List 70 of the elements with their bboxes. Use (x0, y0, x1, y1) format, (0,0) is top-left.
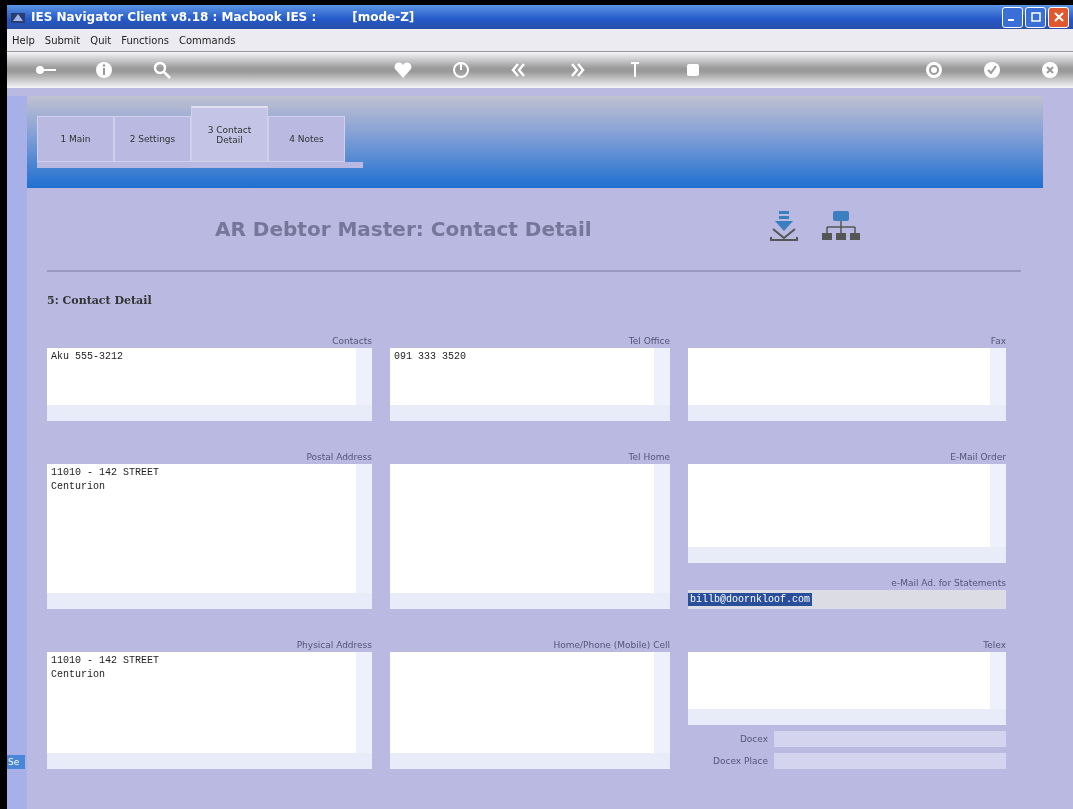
field-label: Tel Office (628, 335, 670, 348)
field-label: Docex Place (712, 756, 768, 766)
hierarchy-icon[interactable] (820, 209, 861, 243)
menu-item[interactable]: Submit (44, 34, 81, 46)
email-field[interactable]: billb@doornkloof.com (688, 590, 1006, 609)
text-area[interactable] (688, 652, 1006, 725)
tab[interactable]: 3 Contact Detail (191, 106, 268, 162)
input-field[interactable] (774, 731, 1006, 747)
field-label: E-Mail Order (950, 451, 1006, 464)
mode-label: [mode-Z] (352, 10, 415, 24)
tab[interactable]: 2 Settings (114, 116, 191, 162)
info-icon[interactable] (93, 59, 115, 81)
power-icon[interactable] (450, 59, 472, 81)
page-heading: AR Debtor Master: Contact Detail (215, 217, 592, 241)
window-title: IES Navigator Client v8.18 : Macbook IES : (31, 10, 317, 24)
vertical-scrollbar[interactable] (654, 464, 670, 593)
text-area[interactable] (390, 652, 670, 769)
field-label: e-Mail Ad. for Statements (891, 577, 1006, 590)
maximize-icon (1030, 12, 1041, 22)
vertical-scrollbar[interactable] (990, 652, 1006, 709)
input-field[interactable] (774, 753, 1006, 769)
text-area[interactable]: 11010 - 142 STREET Centurion (47, 464, 372, 609)
vertical-scrollbar[interactable] (654, 652, 670, 753)
vertical-scrollbar[interactable] (356, 464, 372, 593)
vertical-scrollbar[interactable] (990, 348, 1006, 405)
horizontal-scrollbar[interactable] (688, 709, 1006, 725)
vertical-scrollbar[interactable] (356, 348, 372, 405)
close-icon[interactable] (1039, 59, 1061, 81)
text-area[interactable]: 11010 - 142 STREET Centurion (47, 652, 372, 769)
section-title: 5: Contact Detail (47, 293, 153, 309)
horizontal-scrollbar[interactable] (47, 753, 372, 769)
tab[interactable]: 1 Main (37, 116, 114, 162)
menu-item[interactable]: Commands (178, 34, 236, 46)
horizontal-scrollbar[interactable] (688, 405, 1006, 421)
minimize-icon (1008, 19, 1014, 21)
horizontal-scrollbar[interactable] (47, 405, 372, 421)
field-label: Postal Address (306, 451, 372, 464)
side-tab[interactable]: Se (7, 755, 25, 769)
text-area[interactable] (390, 464, 670, 609)
vertical-scrollbar[interactable] (654, 348, 670, 405)
search-icon[interactable] (151, 59, 173, 81)
text-area[interactable] (688, 464, 1006, 563)
field-label: Fax (990, 335, 1006, 348)
horizontal-scrollbar[interactable] (688, 547, 1006, 563)
menu-item[interactable]: Functions (121, 34, 169, 46)
minimize-button[interactable] (1002, 6, 1023, 28)
field-label: Physical Address (296, 639, 372, 652)
maximize-button[interactable] (1025, 6, 1046, 28)
field-label: Telex (983, 639, 1006, 652)
text-area[interactable]: Aku 555-3212 (47, 348, 372, 421)
horizontal-scrollbar[interactable] (390, 405, 670, 421)
text-area[interactable] (688, 348, 1006, 421)
menu-item[interactable]: Quit (90, 34, 112, 46)
check-icon[interactable] (981, 59, 1003, 81)
field-label: Home/Phone (Mobile) Cell (553, 639, 670, 652)
field-label: Tel Home (628, 451, 670, 464)
app-icon (11, 11, 25, 23)
field-label: Contacts (332, 335, 372, 348)
close-button[interactable] (1048, 6, 1069, 28)
horizontal-scrollbar[interactable] (390, 753, 670, 769)
tab[interactable]: 4 Notes (268, 116, 345, 162)
text-area[interactable]: 091 333 3520 (390, 348, 670, 421)
menu-item[interactable]: Help (12, 34, 35, 46)
download-icon[interactable] (768, 209, 799, 243)
vertical-scrollbar[interactable] (990, 464, 1006, 547)
vertical-scrollbar[interactable] (356, 652, 372, 753)
horizontal-scrollbar[interactable] (390, 593, 670, 609)
horizontal-scrollbar[interactable] (47, 593, 372, 609)
close-icon (1053, 12, 1064, 22)
field-label: Docex (738, 734, 768, 744)
